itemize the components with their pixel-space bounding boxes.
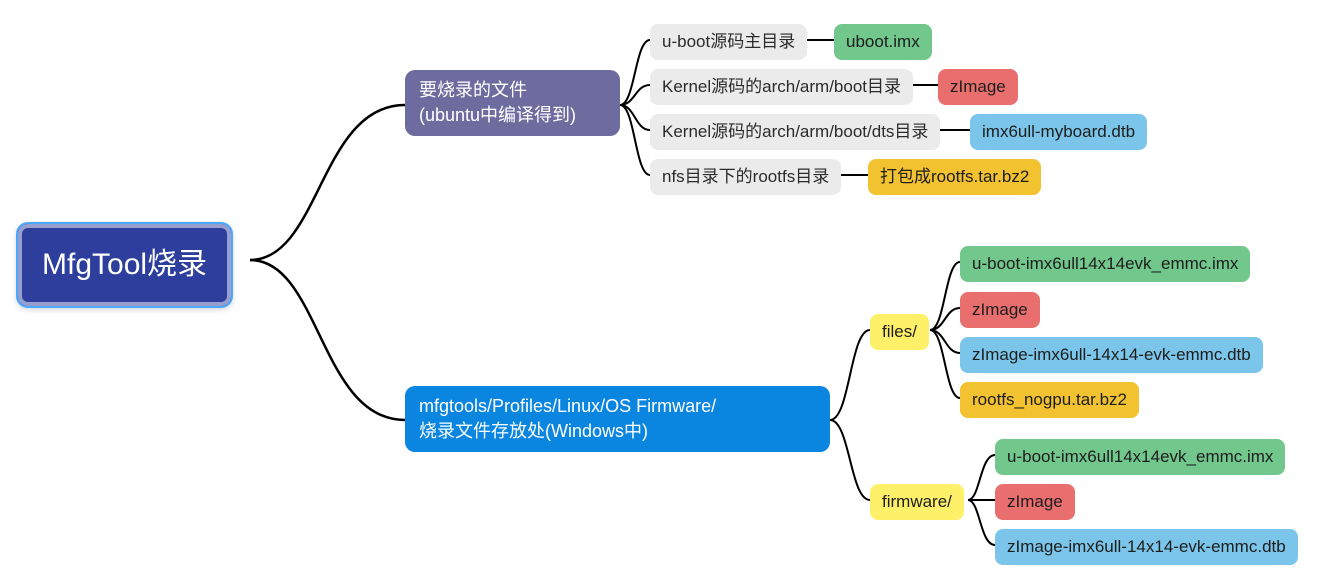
branch-compile-files[interactable]: 要烧录的文件 (ubuntu中编译得到): [405, 70, 620, 136]
group-firmware[interactable]: firmware/: [870, 484, 964, 520]
out-rootfs-tar[interactable]: 打包成rootfs.tar.bz2: [868, 159, 1041, 195]
src-kernel-dts[interactable]: Kernel源码的arch/arm/boot/dts目录: [650, 114, 940, 150]
firmware-zimage[interactable]: zImage: [995, 484, 1075, 520]
out-uboot-imx[interactable]: uboot.imx: [834, 24, 932, 60]
out-zimage[interactable]: zImage: [938, 69, 1018, 105]
firmware-dtb[interactable]: zImage-imx6ull-14x14-evk-emmc.dtb: [995, 529, 1298, 565]
files-rootfs[interactable]: rootfs_nogpu.tar.bz2: [960, 382, 1139, 418]
out-dtb[interactable]: imx6ull-myboard.dtb: [970, 114, 1147, 150]
src-kernel-boot[interactable]: Kernel源码的arch/arm/boot目录: [650, 69, 913, 105]
firmware-uboot[interactable]: u-boot-imx6ull14x14evk_emmc.imx: [995, 439, 1285, 475]
group-files[interactable]: files/: [870, 314, 929, 350]
src-nfs-rootfs[interactable]: nfs目录下的rootfs目录: [650, 159, 841, 195]
files-zimage[interactable]: zImage: [960, 292, 1040, 328]
branch-mfgtools-path[interactable]: mfgtools/Profiles/Linux/OS Firmware/ 烧录文…: [405, 386, 830, 452]
files-dtb[interactable]: zImage-imx6ull-14x14-evk-emmc.dtb: [960, 337, 1263, 373]
src-uboot[interactable]: u-boot源码主目录: [650, 24, 807, 60]
files-uboot[interactable]: u-boot-imx6ull14x14evk_emmc.imx: [960, 246, 1250, 282]
root-node[interactable]: MfgTool烧录: [16, 222, 233, 308]
